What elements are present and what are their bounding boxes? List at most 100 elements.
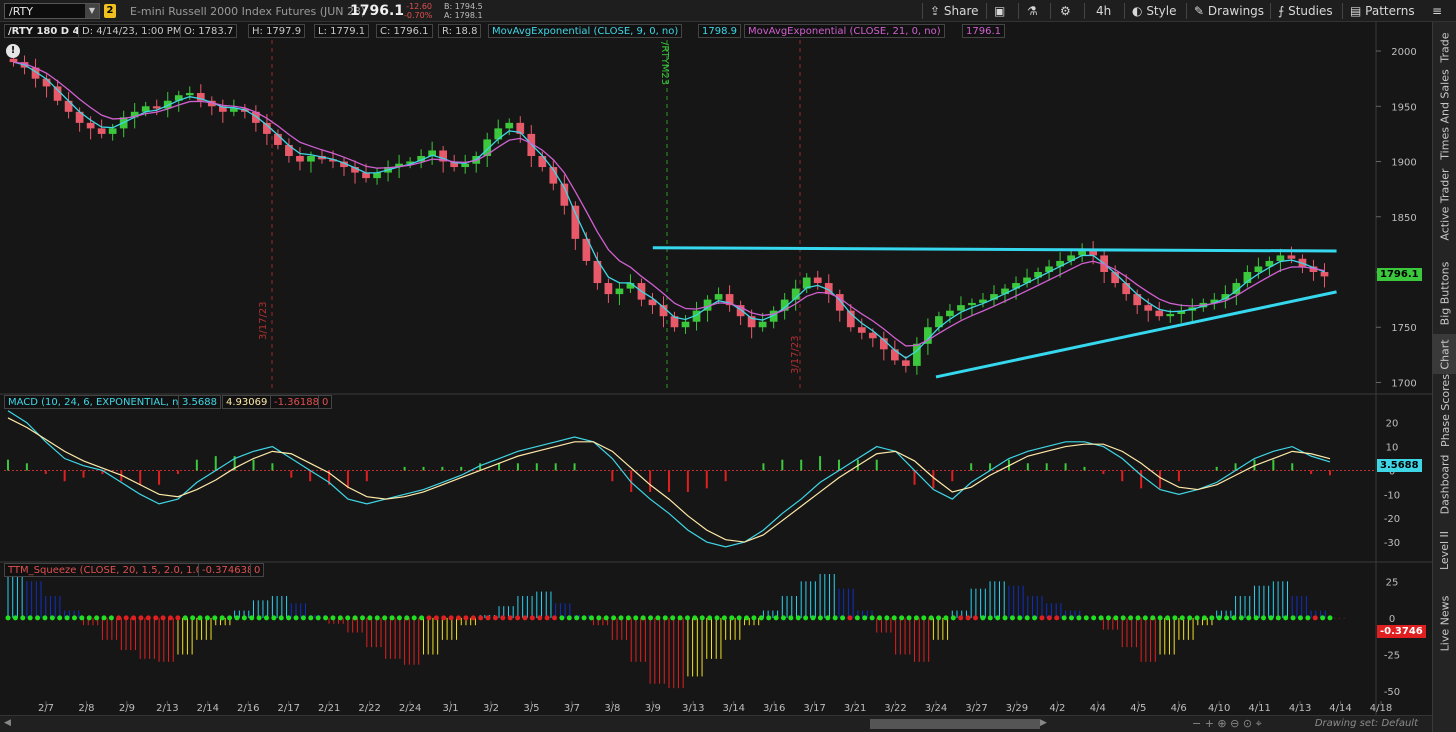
candle-body	[957, 305, 965, 311]
squeeze-dot	[500, 615, 506, 621]
squeeze-dot	[308, 615, 314, 621]
squeeze-dot	[49, 615, 55, 621]
squeeze-dot	[1201, 615, 1207, 621]
squeeze-dot	[1238, 615, 1244, 621]
squeeze-dot	[131, 615, 137, 621]
squeeze-dot	[286, 615, 292, 621]
chevron-down-icon[interactable]: ▼	[85, 4, 99, 18]
side-tab-dashboard[interactable]: Dashboard	[1433, 446, 1456, 522]
side-tab-chart[interactable]: Chart	[1433, 334, 1456, 374]
side-tab-level-ii[interactable]: Level II	[1433, 522, 1456, 578]
squeeze-dot	[71, 615, 77, 621]
side-tab-label: Dashboard	[1438, 454, 1452, 514]
squeeze-dot	[190, 615, 196, 621]
squeeze-dot	[899, 615, 905, 621]
squeeze-dot	[167, 615, 173, 621]
link-group-badge[interactable]: 2	[104, 4, 116, 18]
divider	[1018, 3, 1019, 19]
squeeze-dot	[729, 615, 735, 621]
symbol-text: /RTY	[9, 5, 33, 18]
squeeze-dot	[987, 615, 993, 621]
squeeze-dot	[995, 615, 1001, 621]
squeeze-dot	[625, 615, 631, 621]
ttm-y-tick-label: -50	[1384, 687, 1400, 698]
squeeze-dot	[396, 615, 402, 621]
snapshot-icon[interactable]: ▣	[994, 3, 1005, 19]
squeeze-dot	[315, 615, 321, 621]
squeeze-dot	[906, 615, 912, 621]
style-button[interactable]: ◐ Style	[1132, 3, 1176, 19]
squeeze-dot	[441, 615, 447, 621]
macd-y-tick-label: 20	[1386, 419, 1399, 430]
squeeze-dot	[884, 615, 890, 621]
squeeze-dot	[1135, 615, 1141, 621]
scroll-right-icon[interactable]: ▶	[1040, 718, 1047, 728]
squeeze-dot	[1076, 615, 1082, 621]
menu-icon[interactable]: ≡	[1432, 3, 1442, 19]
squeeze-dot	[714, 615, 720, 621]
macd-y-tick-label: -30	[1384, 538, 1400, 549]
squeeze-dot	[175, 615, 181, 621]
squeeze-dot	[544, 615, 550, 621]
squeeze-dot	[79, 615, 85, 621]
macd-value-tag: 3.5688	[1377, 459, 1422, 472]
squeeze-dot	[596, 615, 602, 621]
symbol-description: E-mini Russell 2000 Index Futures (JUN 2…	[130, 5, 366, 18]
squeeze-dot	[374, 615, 380, 621]
flask-icon[interactable]: ⚗	[1027, 3, 1038, 19]
squeeze-dot	[1261, 615, 1267, 621]
side-tab-live-news[interactable]: Live News	[1433, 578, 1456, 668]
candle-body	[758, 321, 767, 328]
ttm-y-tick-label: 25	[1386, 577, 1399, 588]
squeeze-dot	[832, 615, 838, 621]
price-y-tick-label: 1700	[1391, 378, 1416, 389]
candle-body	[86, 122, 95, 129]
squeeze-dot	[1032, 615, 1038, 621]
candle-body	[714, 294, 723, 300]
candle-body	[229, 108, 238, 112]
macd-y-tick-label: -20	[1384, 514, 1400, 525]
side-tab-phase-scores[interactable]: Phase Scores	[1433, 374, 1456, 447]
zoom-controls[interactable]: − + ⊕ ⊖ ⊙ ⌖	[1192, 717, 1262, 731]
drawings-button[interactable]: ✎ Drawings	[1194, 3, 1264, 19]
squeeze-dot	[507, 615, 513, 621]
alert-icon[interactable]: !	[6, 44, 20, 58]
studies-icon: ⨍	[1278, 4, 1285, 18]
candle-body	[1155, 310, 1164, 317]
side-tab-label: Live News	[1438, 595, 1452, 651]
net-change: -12.60	[406, 2, 432, 11]
side-tab-trade[interactable]: Trade	[1433, 22, 1456, 72]
side-tab-active-trader[interactable]: Active Trader	[1433, 156, 1456, 252]
squeeze-dot	[1253, 615, 1259, 621]
chart-canvas[interactable]: 2/7 2/8 2/9 2/13 2/14 2/16 2/17 2/21 2/22 2/24 3/1…	[0, 22, 1432, 715]
squeeze-dot	[492, 615, 498, 621]
side-tab-big-buttons[interactable]: Big Buttons	[1433, 252, 1456, 334]
squeeze-dot	[1283, 615, 1289, 621]
studies-button[interactable]: ⨍ Studies	[1278, 3, 1333, 19]
horizontal-scrollbar[interactable]	[870, 719, 1040, 729]
divider	[1186, 3, 1187, 19]
divider	[1084, 3, 1085, 19]
symbol-input[interactable]: /RTY ▼	[4, 3, 100, 19]
style-icon: ◐	[1132, 4, 1143, 18]
drawing-set-label: Drawing set: Default	[1314, 718, 1418, 729]
scroll-left-icon[interactable]: ◀	[4, 718, 11, 728]
macd-zero: 0	[318, 395, 333, 409]
patterns-button[interactable]: ▤ Patterns	[1350, 3, 1415, 19]
squeeze-dot	[1002, 615, 1008, 621]
share-button[interactable]: ⇪ Share	[930, 3, 979, 19]
squeeze-dot	[581, 615, 587, 621]
ema9-label: MovAvgExponential (CLOSE, 9, 0, no)	[488, 24, 683, 38]
event-marker: 3/17/23	[790, 335, 801, 374]
side-tab-times-and-sales[interactable]: Times And Sales	[1433, 69, 1456, 159]
timeframe-button[interactable]: 4h	[1096, 3, 1111, 19]
gear-icon[interactable]: ⚙	[1060, 3, 1071, 19]
squeeze-dot	[869, 615, 875, 621]
candle-body	[152, 106, 161, 109]
chart-background	[0, 22, 1432, 715]
patterns-icon: ▤	[1350, 4, 1362, 18]
squeeze-dot	[1209, 615, 1215, 621]
squeeze-dot	[419, 615, 425, 621]
squeeze-dot	[980, 615, 986, 621]
squeeze-dot	[515, 615, 521, 621]
